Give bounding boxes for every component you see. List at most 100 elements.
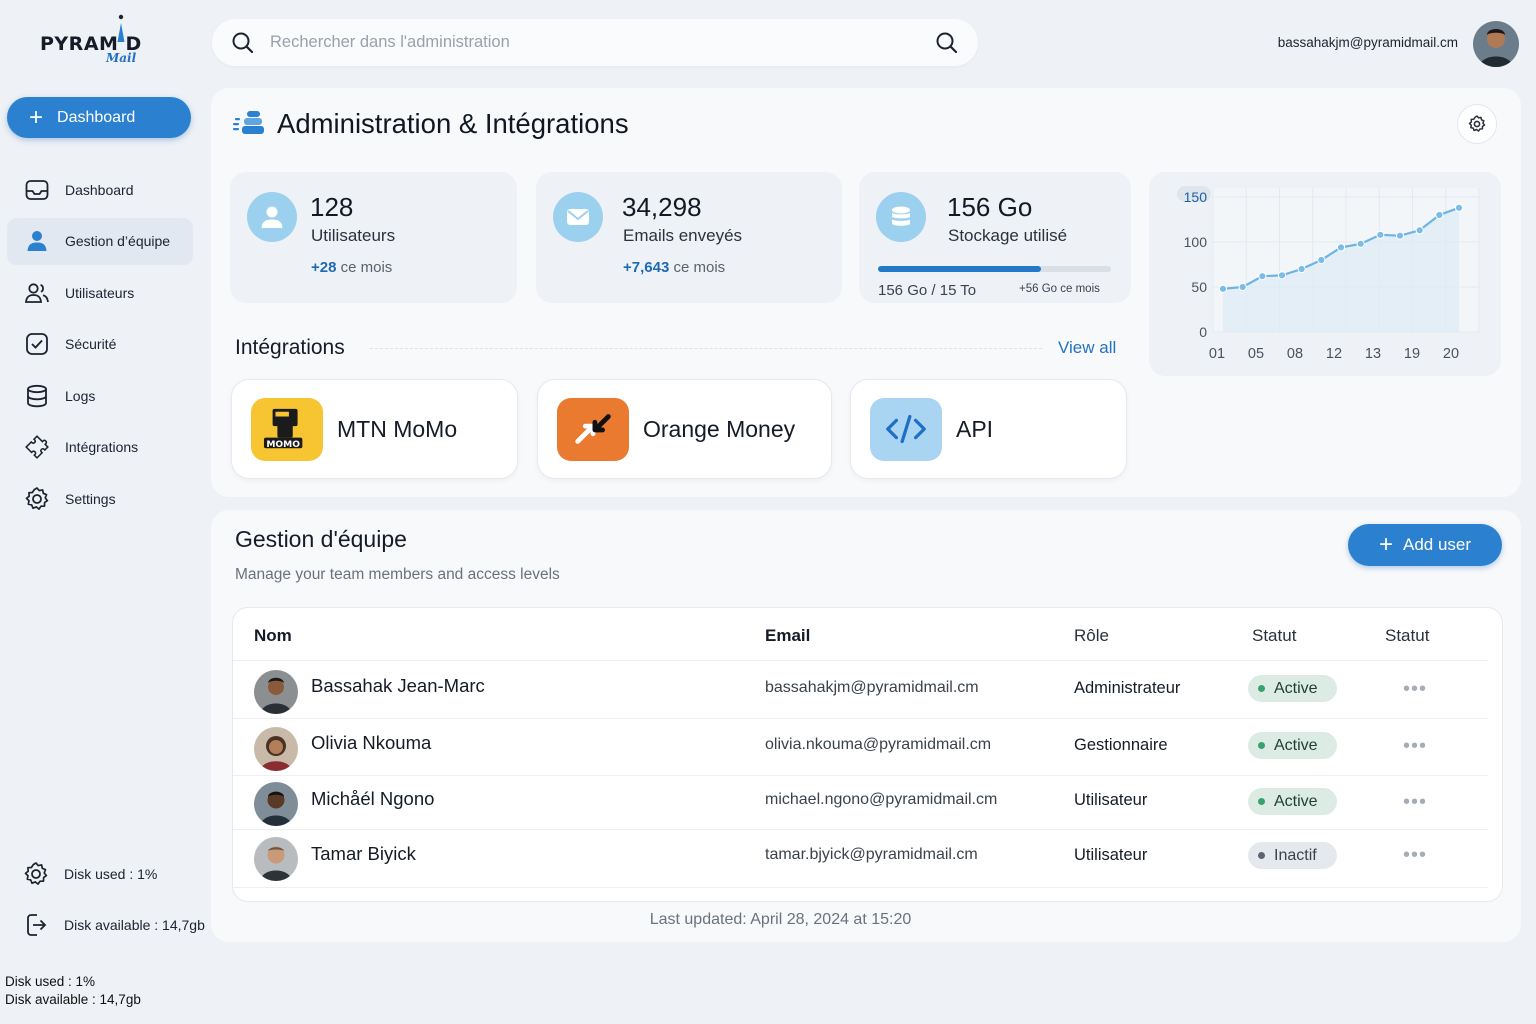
chart-point bbox=[1435, 210, 1444, 220]
member-role: Utilisateur bbox=[1074, 846, 1148, 864]
orange-money-logo-icon bbox=[557, 397, 629, 461]
logo[interactable]: PYRAM D Mail bbox=[38, 14, 168, 70]
sidebar-item-label: Utilisateurs bbox=[65, 284, 135, 301]
status-label: Active bbox=[1274, 792, 1318, 810]
team-subtitle: Manage your team members and access leve… bbox=[235, 566, 560, 583]
avatar bbox=[254, 727, 298, 771]
storage-delta-suffix: Go ce mois bbox=[1041, 283, 1100, 295]
chart-point bbox=[1277, 271, 1287, 280]
users-delta-value: +28 bbox=[311, 259, 337, 276]
divider bbox=[233, 829, 1488, 830]
sidebar-item-integrations[interactable]: Intégrations bbox=[7, 424, 193, 471]
add-user-button[interactable]: + Add user bbox=[1348, 524, 1502, 566]
integration-card-mtn-momo[interactable]: MOMO MTN MoMo bbox=[231, 379, 518, 479]
inbox-icon bbox=[25, 179, 49, 200]
momo-logo-icon: MOMO bbox=[251, 397, 323, 461]
gear-icon bbox=[25, 487, 49, 511]
sidebar-item-settings[interactable]: Settings bbox=[7, 476, 193, 523]
member-email: olivia.nkouma@pyramidmail.cm bbox=[765, 736, 992, 753]
sidebar-item-logs[interactable]: Logs bbox=[7, 372, 193, 419]
status-badge: Active bbox=[1248, 732, 1337, 759]
member-role: Gestionnaire bbox=[1074, 736, 1168, 754]
member-role: Administrateur bbox=[1074, 679, 1181, 697]
search-icon bbox=[232, 32, 254, 53]
status-label: Inactif bbox=[1274, 846, 1317, 864]
chart-point bbox=[1297, 264, 1306, 274]
view-all-link[interactable]: View all bbox=[1058, 338, 1116, 358]
mail-icon bbox=[553, 192, 603, 242]
chart-point bbox=[1336, 243, 1346, 252]
integration-card-orange-money[interactable]: Orange Money bbox=[537, 379, 832, 479]
gear-icon bbox=[1468, 115, 1486, 132]
chart-x-tick: 19 bbox=[1404, 346, 1420, 362]
sidebar-item-label: Logs bbox=[65, 387, 96, 404]
search-input[interactable]: Rechercher dans l'administration bbox=[270, 33, 934, 52]
chart-y-tick: 0 bbox=[1199, 324, 1207, 340]
storage-delta-value: +56 bbox=[1019, 283, 1039, 295]
member-email: tamar.bjyick@pyramidmail.cm bbox=[765, 846, 978, 863]
storage-usage: 156 Go / 15 To bbox=[878, 282, 976, 299]
chart-point bbox=[1356, 239, 1365, 248]
status-label: Active bbox=[1274, 736, 1318, 754]
emails-delta: +7,643 ce mois bbox=[623, 259, 725, 276]
status-badge: Active bbox=[1248, 675, 1337, 702]
disk-footnote: Disk used : 1% Disk available : 14,7gb bbox=[5, 973, 141, 1009]
plus-icon: + bbox=[29, 103, 44, 131]
stack-icon bbox=[233, 111, 264, 134]
gear-icon bbox=[24, 862, 48, 885]
column-header-email[interactable]: Email bbox=[765, 626, 810, 646]
user-avatar[interactable] bbox=[1473, 21, 1519, 67]
users-count: 128 bbox=[310, 192, 354, 222]
sidebar-item-gestion-equipe[interactable]: Gestion d’équipe bbox=[7, 217, 193, 265]
integrations-title: Intégrations bbox=[235, 336, 345, 359]
chart-x-tick: 12 bbox=[1326, 346, 1342, 362]
user-email[interactable]: bassahakjm@pyramidmail.cm bbox=[1278, 35, 1458, 50]
storage-progress-fill bbox=[878, 266, 1042, 272]
user-icon bbox=[247, 192, 297, 242]
disk-used: Disk used : 1% bbox=[22, 860, 157, 888]
chart-point bbox=[1218, 284, 1228, 293]
page-title: Administration & Intégrations bbox=[277, 108, 629, 139]
status-badge: Active bbox=[1248, 788, 1337, 815]
sidebar-item-label: Dashboard bbox=[65, 181, 134, 198]
chart-x-tick: 13 bbox=[1365, 346, 1381, 362]
more-actions-icon[interactable]: ••• bbox=[1403, 792, 1427, 812]
more-actions-icon[interactable]: ••• bbox=[1403, 736, 1427, 756]
sidebar-item-dashboard[interactable]: Dashboard bbox=[7, 166, 193, 213]
database-icon bbox=[27, 384, 47, 408]
column-header-role[interactable]: Rôle bbox=[1074, 626, 1109, 646]
usage-chart-card: 150 100 50 0 01 05 08 12 13 19 20 bbox=[1149, 172, 1501, 376]
settings-button[interactable] bbox=[1457, 104, 1497, 144]
chart-x-tick: 01 bbox=[1209, 346, 1225, 362]
search-submit-icon[interactable] bbox=[934, 30, 960, 56]
search-bar[interactable]: Rechercher dans l'administration bbox=[212, 19, 978, 66]
column-header-name[interactable]: Nom bbox=[254, 626, 292, 646]
integration-name: Orange Money bbox=[643, 415, 796, 442]
more-actions-icon[interactable]: ••• bbox=[1403, 679, 1427, 699]
column-header-actions[interactable]: Statut bbox=[1385, 626, 1429, 646]
member-name: Bassahak Jean-Marc bbox=[311, 675, 485, 696]
user-icon bbox=[27, 231, 47, 252]
chart-point bbox=[1376, 230, 1385, 239]
emails-delta-suffix: ce mois bbox=[673, 259, 726, 276]
sidebar-item-utilisateurs[interactable]: Utilisateurs bbox=[7, 269, 193, 316]
column-header-status[interactable]: Statut bbox=[1252, 626, 1296, 646]
integration-card-api[interactable]: API bbox=[850, 379, 1127, 479]
puzzle-icon bbox=[25, 435, 49, 460]
avatar bbox=[254, 837, 298, 881]
storage-delta: +56 Go ce mois bbox=[1019, 283, 1100, 295]
sidebar: PYRAM D Mail + Dashboard Dashboard Gesti… bbox=[0, 0, 210, 1024]
users-delta: +28 ce mois bbox=[311, 259, 392, 276]
team-title: Gestion d'équipe bbox=[235, 526, 407, 552]
dashboard-primary-button[interactable]: + Dashboard bbox=[7, 97, 191, 138]
chart-x-tick: 08 bbox=[1287, 346, 1303, 362]
status-badge: Inactif bbox=[1248, 842, 1337, 869]
sidebar-item-securite[interactable]: Sécurité bbox=[7, 321, 193, 368]
storage-progress-track bbox=[878, 266, 1111, 272]
users-icon bbox=[25, 283, 49, 303]
logo-subtext: Mail bbox=[106, 51, 137, 65]
chart-y-tick: 150 bbox=[1184, 189, 1208, 205]
users-delta-suffix: ce mois bbox=[340, 259, 393, 276]
more-actions-icon[interactable]: ••• bbox=[1403, 845, 1427, 865]
chart-y-tick: 50 bbox=[1191, 279, 1207, 295]
